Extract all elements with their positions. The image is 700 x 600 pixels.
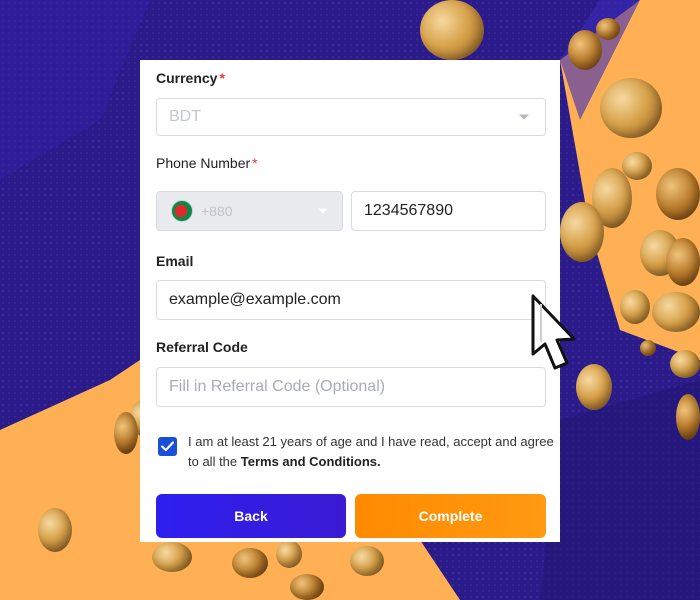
gold-coin [350,546,384,576]
gold-coin [568,30,602,70]
back-button[interactable]: Back [156,494,346,538]
referral-code-input[interactable]: Fill in Referral Code (Optional) [156,367,546,407]
referral-placeholder: Fill in Referral Code (Optional) [169,378,386,395]
gold-coin [290,574,324,600]
gold-coin [640,340,656,356]
phone-number-input[interactable]: 1234567890 [351,191,546,231]
gold-coin [276,540,302,568]
currency-label-text: Currency [156,70,218,86]
phone-label: Phone Number * [156,155,258,171]
currency-select[interactable]: BDT [156,98,546,136]
gold-coin [114,412,138,454]
required-mark: * [252,155,258,171]
required-mark: * [219,70,225,86]
phone-number-value: 1234567890 [364,202,453,219]
dial-code-value: +880 [201,203,233,219]
complete-button[interactable]: Complete [355,494,546,538]
gold-coin [420,0,484,60]
country-code-select[interactable]: +880 [156,191,343,231]
gold-coin [152,542,192,572]
registration-form: Currency * BDT Phone Number * +880 1234567… [140,60,560,542]
hand-cursor-icon [531,294,576,370]
gold-coin [652,292,700,332]
gold-coin [666,238,700,286]
purple-shape-top-left [0,0,150,180]
checkbox-check-icon [161,441,174,452]
referral-label: Referral Code [156,339,248,355]
gold-coin [38,508,72,552]
gold-coin [620,290,650,324]
gold-coin [622,152,652,180]
gold-coin [232,548,268,578]
gold-coin [600,78,662,138]
chevron-down-icon [519,114,529,120]
orange-shape-left [0,360,140,600]
agreement-text: I am at least 21 years of age and I have… [188,432,558,472]
gold-coin [656,168,700,220]
email-input[interactable]: example@example.com [156,280,546,320]
email-label: Email [156,253,194,269]
currency-label: Currency * [156,70,225,86]
agreement-checkbox[interactable] [158,437,177,456]
gold-coin [560,202,604,262]
bangladesh-flag-icon [171,200,193,222]
terms-link[interactable]: Terms and Conditions. [241,454,381,469]
email-value: example@example.com [169,291,341,308]
gold-coin [670,350,700,378]
gold-coin [596,18,620,40]
phone-label-text: Phone Number [156,155,251,171]
gold-coin [676,394,700,440]
chevron-down-icon [318,208,328,214]
currency-value: BDT [169,108,201,125]
